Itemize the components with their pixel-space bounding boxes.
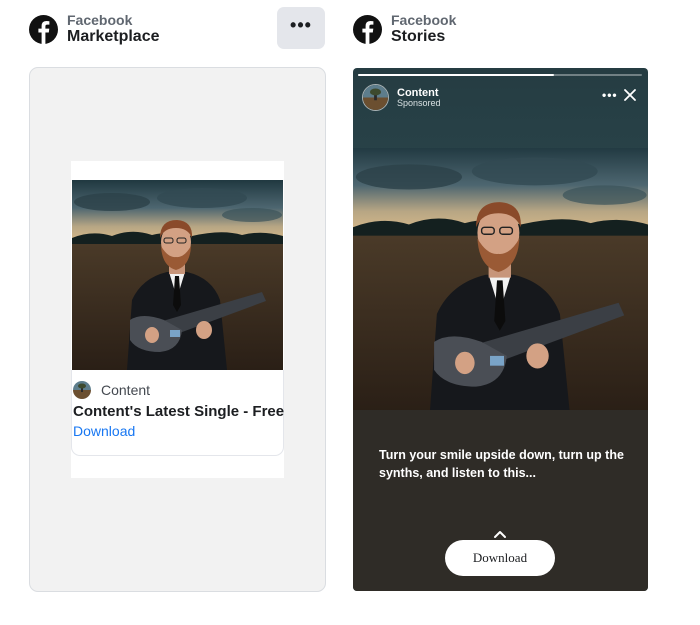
story-progress-fill (358, 74, 554, 76)
story-caption-area: Turn your smile upside down, turn up the… (353, 410, 648, 591)
facebook-logo-icon (29, 14, 58, 44)
download-button[interactable]: Download (445, 540, 555, 576)
more-options-icon: ••• (290, 15, 312, 35)
marketplace-header: Facebook Marketplace (29, 8, 160, 50)
advertiser-name: Content (101, 382, 151, 398)
more-options-icon[interactable]: ••• (602, 88, 618, 102)
ad-image (353, 148, 648, 410)
placement-name: Marketplace (67, 27, 160, 45)
facebook-logo-icon (353, 14, 382, 44)
ad-primary-text: Turn your smile upside down, turn up the… (379, 448, 624, 480)
ad-image (72, 180, 283, 370)
advertiser-avatar (73, 381, 91, 399)
advertiser-avatar (362, 84, 389, 111)
platform-name: Facebook (67, 11, 133, 28)
advertiser-name: Content (397, 86, 439, 99)
stories-preview-frame: Content Sponsored ••• Turn your smile up… (353, 68, 648, 591)
placement-name: Stories (391, 27, 446, 45)
ad-cta-link[interactable]: Download (73, 423, 135, 439)
story-progress-bar (358, 74, 642, 76)
stories-header: Facebook Stories (353, 8, 456, 50)
chevron-up-icon (494, 531, 506, 538)
close-icon[interactable] (622, 87, 638, 103)
sponsored-label: Sponsored (397, 97, 441, 108)
marketplace-ad-card[interactable]: Content Content's Latest Single - Free D… (71, 161, 284, 478)
ad-meta: Content Content's Latest Single - Free D… (71, 370, 284, 456)
more-options-button[interactable]: ••• (277, 7, 325, 49)
platform-name: Facebook (391, 11, 457, 28)
ad-headline: Content's Latest Single - Free (73, 403, 285, 420)
